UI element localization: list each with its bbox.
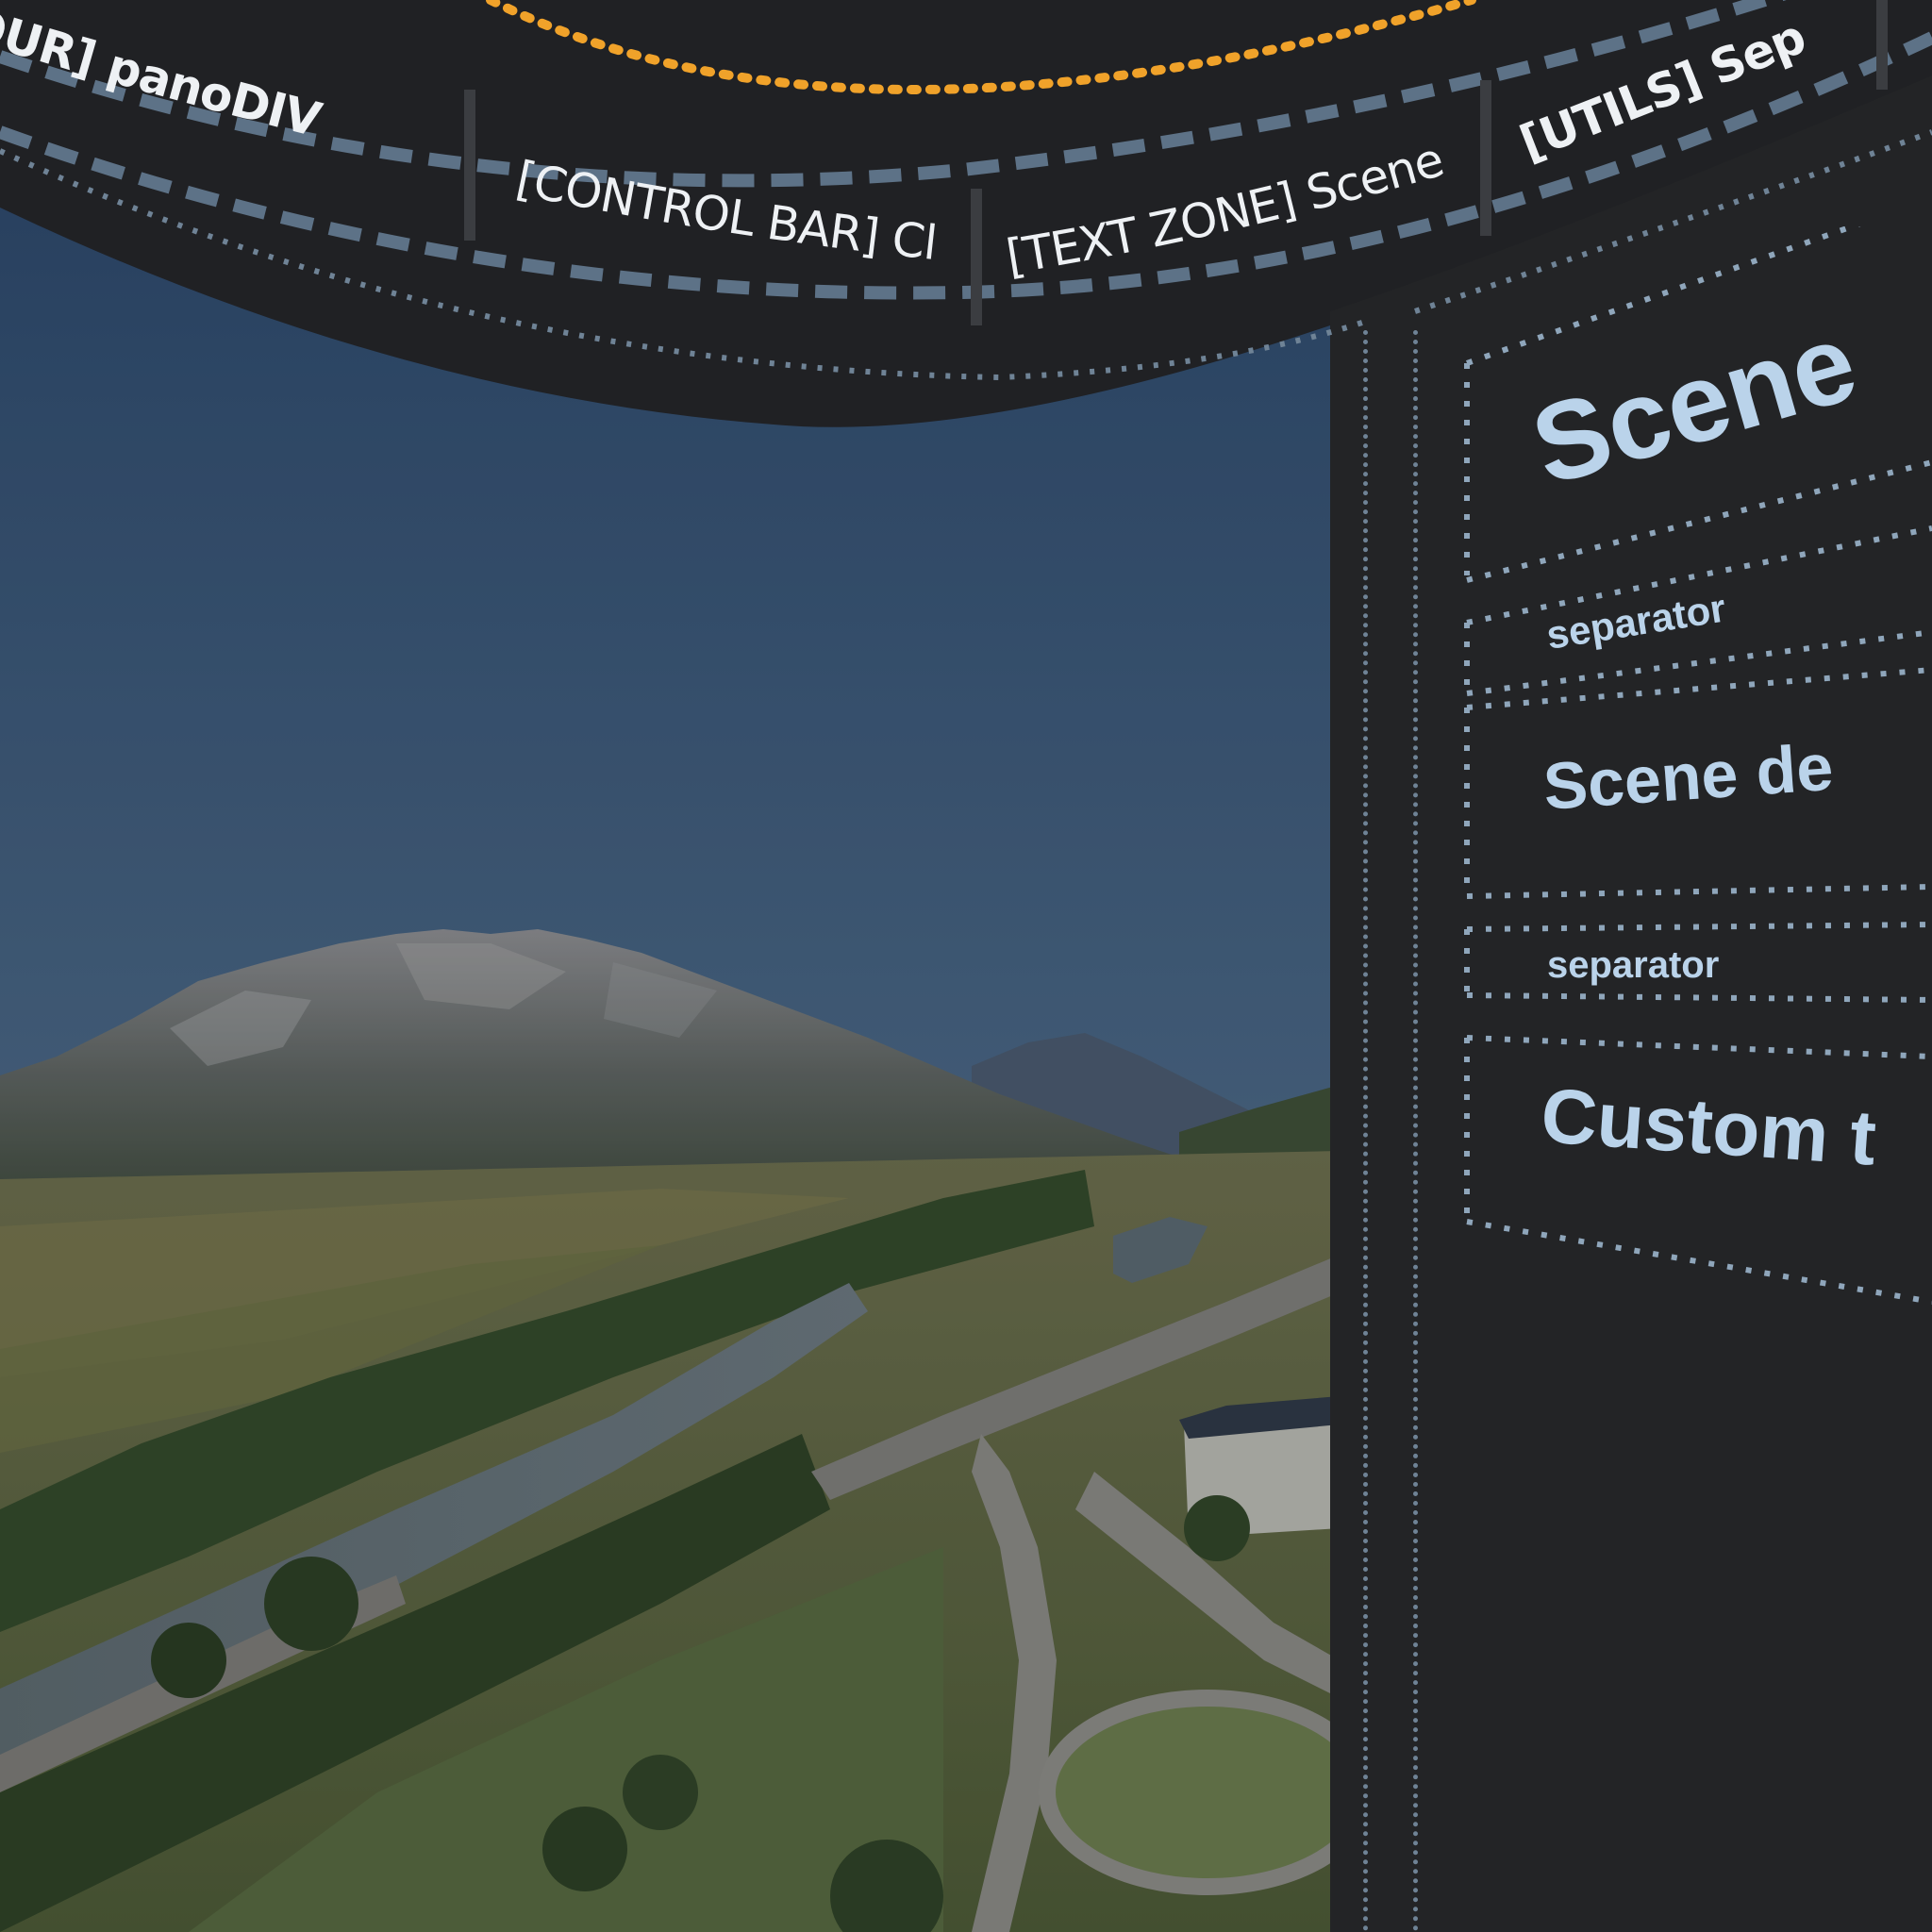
custom-text: Custom t — [1539, 1073, 1879, 1182]
separator-label: separator — [1547, 944, 1719, 986]
vr-tour-view: OUR] panoDIV [CONTROL BAR] Classic [TEXT… — [0, 0, 1932, 1932]
scene-description-text: Scene de — [1541, 730, 1836, 824]
separator-label: separator — [1543, 586, 1728, 658]
text-zone-items: Scene separator Scene de separator Custo… — [1464, 226, 1932, 1305]
scene-title-text: Scene — [1520, 299, 1870, 509]
